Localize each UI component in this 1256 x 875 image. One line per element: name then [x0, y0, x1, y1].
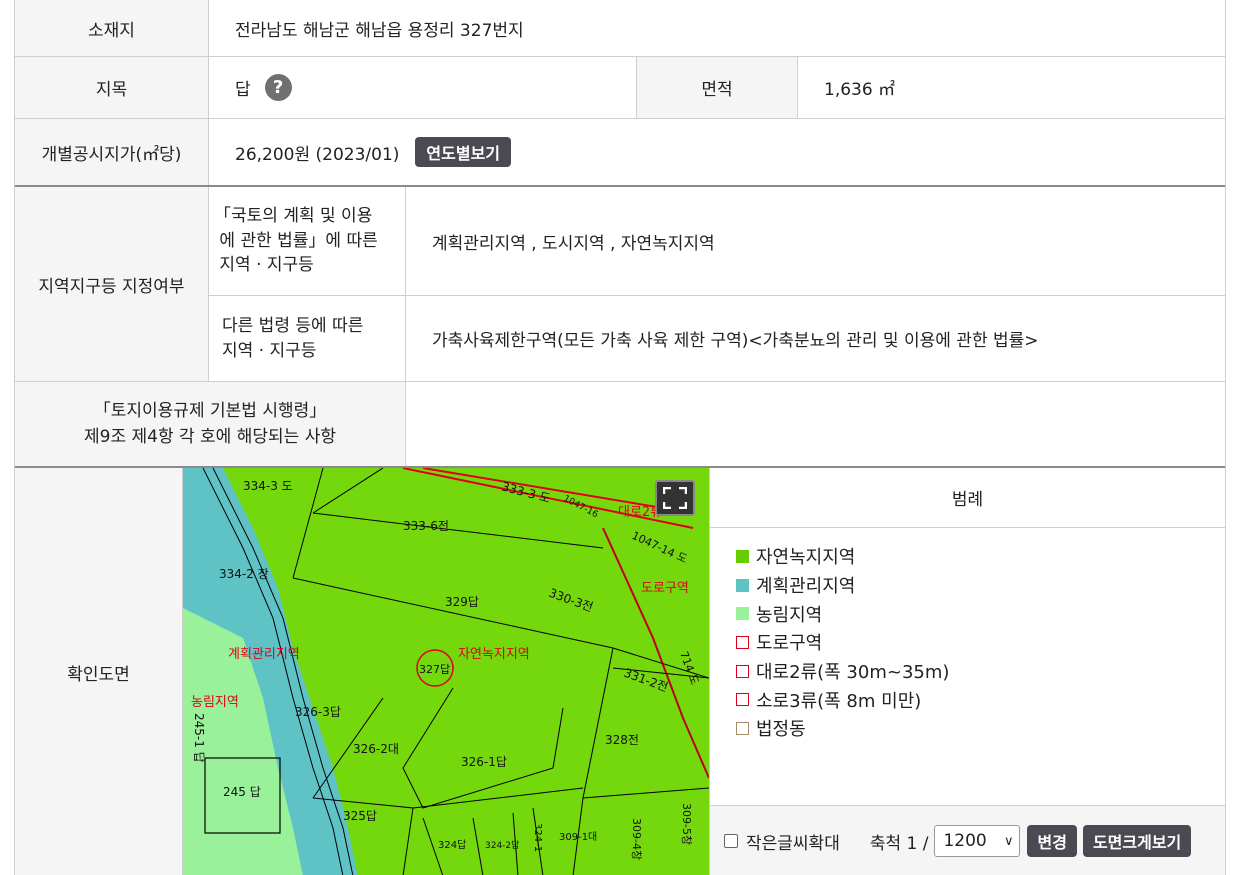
legend-item: 자연녹지지역: [736, 542, 1225, 571]
land-info-table: 소재지 전라남도 해남군 해남읍 용정리 327번지 지목 답 ? 면적 1,6…: [14, 0, 1226, 875]
zoning-label: 지역지구등 지정여부: [15, 187, 209, 381]
legend-item-label: 도로구역: [756, 633, 823, 655]
national-law-value: 계획관리지역 , 도시지역 , 자연녹지지역: [406, 187, 1225, 296]
other-law-label-line-2: 지역 · 지구등: [222, 340, 317, 361]
row-official-price: 개별공시지가(㎡당) 26,200원 (2023/01) 연도별보기: [15, 119, 1225, 187]
regulation-label: 「토지이용규제 기본법 시행령」 제9조 제4항 각 호에 해당되는 사항: [15, 382, 406, 466]
legend-item: 도로구역: [736, 628, 1225, 657]
zone-label-natural-green: 자연녹지지역: [458, 647, 530, 662]
official-price-label: 개별공시지가(㎡당): [15, 119, 209, 185]
regulation-value: [406, 382, 1225, 466]
regulation-label-line-1: 「토지이용규제 기본법 시행령」: [93, 400, 327, 421]
legend-item: 계획관리지역: [736, 571, 1225, 600]
map-label-328: 328전: [605, 733, 639, 747]
map-label-334-2: 334-2 창: [219, 567, 269, 581]
map-label-333-6: 333-6전: [403, 519, 449, 533]
scale-select[interactable]: 1200 ∨: [934, 825, 1021, 857]
national-law-label-line-3: 지역 · 지구등: [214, 255, 314, 276]
map-controls: 작은글씨확대 축척 1 / 1200 ∨ 변경 도면크게보기: [709, 805, 1225, 875]
legend-item-label: 자연녹지지역: [756, 547, 856, 569]
map-label-245-1: 245-1 답: [192, 713, 206, 763]
other-law-label: 다른 법령 등에 따른 지역 · 지구등: [209, 296, 406, 381]
zone-label-agricultural: 농림지역: [191, 695, 239, 710]
map-label-309-4: 309-4창: [630, 818, 643, 860]
legend-list: 자연녹지지역 계획관리지역 농림지역 도로구역 대로2류(폭 30m~35m) …: [709, 528, 1225, 805]
land-category-value: 답: [235, 80, 251, 100]
swatch-fill: [736, 578, 749, 592]
chevron-down-icon: ∨: [1003, 833, 1014, 849]
official-price-cell: 26,200원 (2023/01) 연도별보기: [209, 119, 1225, 185]
map-section-label: 확인도면: [15, 468, 183, 875]
change-scale-button[interactable]: 변경: [1027, 825, 1077, 857]
legend-item-label: 소로3류(폭 8m 미만): [756, 690, 922, 712]
map-label-324: 324답: [438, 839, 466, 851]
legend-item-label: 농림지역: [756, 604, 823, 626]
zone-label-road: 도로구역: [641, 581, 689, 596]
map-label-324-2: 324-2답: [485, 839, 519, 851]
swatch-outline: [736, 664, 749, 678]
location-label: 소재지: [15, 0, 209, 56]
map-label-327: 327답: [419, 663, 450, 676]
map-label-326-1: 326-1답: [461, 755, 507, 769]
map-label-326-2: 326-2대: [353, 742, 399, 756]
other-law-value: 가축사육제한구역(모든 가축 사육 제한 구역)<가축분뇨의 관리 및 이용에 …: [432, 331, 1039, 351]
swatch-outline: [736, 635, 749, 649]
area-value: 1,636 ㎡: [824, 80, 896, 100]
cadastral-map[interactable]: 334-3 도 333-6전 334-2 창 329답 330-3전 331-2…: [183, 468, 709, 875]
scale-select-value: 1200: [943, 831, 987, 851]
legend-item: 농림지역: [736, 599, 1225, 628]
row-regulation: 「토지이용규제 기본법 시행령」 제9조 제4항 각 호에 해당되는 사항: [15, 382, 1225, 468]
regulation-label-line-2: 제9조 제4항 각 호에 해당되는 사항: [84, 427, 336, 447]
enlarge-text-checkbox[interactable]: [724, 834, 738, 848]
enlarge-text-label: 작은글씨확대: [746, 833, 840, 854]
map-label-309-5: 309-5창: [680, 803, 693, 845]
scale-label: 축척 1 /: [869, 833, 929, 854]
map-label-334-3: 334-3 도: [243, 479, 293, 493]
land-category-cell: 답 ?: [209, 57, 636, 118]
national-law-label: 「국토의 계획 및 이용 에 관한 법률」에 따른 지역 · 지구등: [209, 187, 406, 296]
map-label-325: 325답: [343, 809, 377, 823]
legend-item-label: 대로2류(폭 30m~35m): [756, 662, 950, 684]
location-value: 전라남도 해남군 해남읍 용정리 327번지: [235, 20, 524, 41]
swatch-outline: [736, 721, 749, 735]
swatch-outline: [736, 693, 749, 707]
fullscreen-icon[interactable]: [655, 480, 695, 516]
map-label-329: 329답: [445, 595, 479, 609]
legend-item: 소로3류(폭 8m 미만): [736, 685, 1225, 714]
zone-label-planned: 계획관리지역: [228, 647, 300, 662]
area-label: 면적: [636, 57, 798, 118]
swatch-fill: [736, 607, 749, 621]
map-label-326-3: 326-3답: [295, 705, 341, 719]
swatch-fill: [736, 549, 749, 563]
legend-item-label: 법정동: [756, 719, 806, 741]
land-category-label: 지목: [15, 57, 209, 118]
map-canvas[interactable]: 334-3 도 333-6전 334-2 창 329답 330-3전 331-2…: [183, 468, 709, 875]
official-price-value: 26,200원 (2023/01): [235, 144, 400, 165]
national-law-label-line-2: 에 관한 법률」에 따른: [214, 230, 378, 251]
legend-title: 범례: [709, 468, 1225, 528]
question-circle-icon[interactable]: ?: [264, 74, 292, 101]
yearly-view-button[interactable]: 연도별보기: [415, 137, 512, 167]
legend-item: 대로2류(폭 30m~35m): [736, 657, 1225, 686]
other-law-label-line-1: 다른 법령 등에 따른: [222, 315, 364, 336]
enlarge-map-button[interactable]: 도면크게보기: [1082, 825, 1192, 857]
row-location: 소재지 전라남도 해남군 해남읍 용정리 327번지: [15, 0, 1225, 57]
row-zoning: 지역지구등 지정여부 「국토의 계획 및 이용 에 관한 법률」에 따른 지역 …: [15, 187, 1225, 382]
row-land-category: 지목 답 ? 면적 1,636 ㎡: [15, 57, 1225, 119]
map-label-309-1: 309-1대: [559, 831, 597, 843]
map-label-245: 245 답: [223, 785, 261, 799]
legend-item-label: 계획관리지역: [756, 576, 856, 598]
legend-item: 법정동: [736, 714, 1225, 743]
map-label-324-1: 324-1: [532, 823, 543, 852]
row-map: 확인도면 334-3 도 333-6전 334-2 창 329답 330-3전 …: [15, 468, 1225, 875]
national-law-label-line-1: 「국토의 계획 및 이용: [214, 206, 373, 227]
